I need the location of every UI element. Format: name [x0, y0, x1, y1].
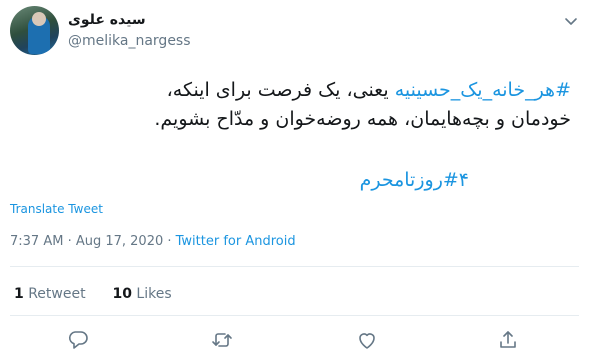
avatar-head	[32, 12, 46, 26]
tweet-timestamp[interactable]: 7:37 AM · Aug 17, 2020 ·	[10, 234, 176, 249]
retweets-count: 1	[14, 286, 24, 302]
hashtag-link-2[interactable]: #۴روزتامحرم	[360, 169, 469, 191]
retweets-label: Retweet	[28, 286, 86, 302]
divider	[10, 315, 579, 316]
author-name[interactable]: سیده علوی	[68, 12, 146, 28]
retweet-icon[interactable]	[211, 329, 233, 351]
chevron-down-icon[interactable]	[562, 12, 580, 30]
author-handle[interactable]: @melika_nargess	[68, 33, 191, 49]
tweet-source-link[interactable]: Twitter for Android	[176, 234, 296, 249]
tweet-text-line-1: #هر_خانه_یک_حسینیه یعنی، یک فرصت برای ای…	[11, 76, 571, 105]
tweet-text-segment: یعنی، یک فرصت برای اینکه،	[166, 79, 395, 101]
likes-stat[interactable]: 10 Likes	[112, 286, 171, 302]
share-icon[interactable]	[497, 329, 519, 351]
tweet-meta: 7:37 AM · Aug 17, 2020 · Twitter for And…	[10, 234, 296, 249]
reply-icon[interactable]	[67, 329, 89, 351]
tweet-stats: 1 Retweet 10 Likes	[14, 286, 172, 302]
divider	[10, 266, 579, 267]
retweets-stat[interactable]: 1 Retweet	[14, 286, 86, 302]
heart-icon[interactable]	[356, 329, 378, 351]
tweet-actions	[0, 329, 589, 359]
tweet-text-line-2: خودمان و بچه‌هایمان، همه روضه‌خوان و مدّ…	[154, 108, 571, 130]
likes-label: Likes	[136, 286, 172, 302]
hashtag-link[interactable]: #هر_خانه_یک_حسینیه	[395, 79, 571, 101]
tweet-text: #هر_خانه_یک_حسینیه یعنی، یک فرصت برای ای…	[11, 76, 571, 134]
likes-count: 10	[112, 286, 132, 302]
translate-tweet-link[interactable]: Translate Tweet	[10, 202, 103, 216]
avatar[interactable]	[10, 6, 59, 55]
